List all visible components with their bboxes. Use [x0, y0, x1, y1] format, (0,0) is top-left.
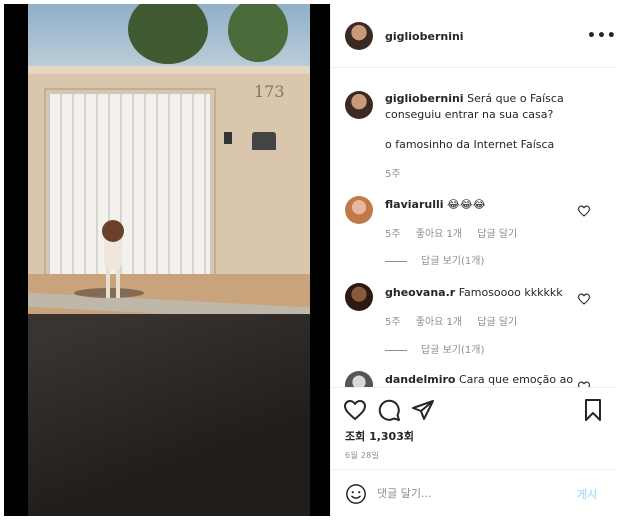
- video-player[interactable]: 173: [28, 4, 310, 516]
- heart-icon[interactable]: [343, 398, 367, 422]
- add-comment-bar: 게시: [331, 469, 617, 516]
- comment-username[interactable]: dandelmiro: [385, 373, 455, 386]
- view-replies-label: 답글 보기(1개): [421, 345, 485, 356]
- post-header: gigliobernini •••: [331, 4, 617, 68]
- comment-timestamp[interactable]: 5주: [385, 229, 401, 240]
- emoji-icon[interactable]: [345, 483, 367, 505]
- comment-item: flaviarulli 😂😂😂: [385, 197, 486, 213]
- video-shadow: [28, 314, 310, 516]
- comment-avatar[interactable]: [345, 196, 373, 224]
- caption-line-2: o famosinho da Internet Faísca: [385, 138, 555, 151]
- dog-leg: [116, 266, 120, 298]
- video-gate: [48, 92, 212, 280]
- comment-item: dandelmiro Cara que emoção ao: [385, 372, 573, 387]
- comment-like-icon[interactable]: [577, 205, 591, 217]
- video-mailbox: [252, 132, 276, 150]
- comment-likes[interactable]: 좋아요 1개: [416, 229, 462, 240]
- house-number: 173: [254, 82, 285, 101]
- dog-leg: [106, 266, 110, 298]
- comment-reply-button[interactable]: 답글 달기: [477, 229, 517, 240]
- comment-like-icon[interactable]: [577, 293, 591, 305]
- paper-plane-icon[interactable]: [411, 398, 435, 422]
- comment-icon[interactable]: [377, 398, 401, 422]
- comment-meta: 5주 좋아요 1개 답글 달기: [385, 313, 529, 328]
- caption-avatar[interactable]: [345, 91, 373, 119]
- author-username[interactable]: gigliobernini: [385, 30, 464, 43]
- comment-input[interactable]: [377, 482, 567, 504]
- comment-avatar[interactable]: [345, 283, 373, 311]
- caption-username[interactable]: gigliobernini: [385, 92, 464, 105]
- view-replies-button[interactable]: 답글 보기(1개): [385, 252, 484, 267]
- post-media[interactable]: 173: [4, 4, 330, 516]
- view-replies-button[interactable]: 답글 보기(1개): [385, 341, 484, 356]
- view-count[interactable]: 조회 1,303회: [345, 428, 414, 444]
- video-wall-light: [224, 132, 232, 144]
- comments-list[interactable]: gigliobernini Será que o Faísca consegui…: [331, 69, 617, 387]
- bookmark-icon[interactable]: [581, 398, 605, 422]
- video-wall-top: [28, 66, 310, 74]
- caption: gigliobernini Será que o Faísca consegui…: [385, 91, 575, 123]
- comment-username[interactable]: flaviarulli: [385, 198, 444, 211]
- view-replies-label: 답글 보기(1개): [421, 256, 485, 267]
- dog-head: [102, 220, 124, 242]
- caption-timestamp[interactable]: 5주: [385, 165, 401, 180]
- comment-username[interactable]: gheovana.r: [385, 286, 455, 299]
- comment-text: Cara que emoção ao: [458, 373, 574, 386]
- more-options-icon[interactable]: •••: [587, 28, 617, 44]
- comment-item: gheovana.r Famosoooo kkkkkk: [385, 285, 563, 301]
- post-date[interactable]: 6월 28일: [345, 450, 379, 461]
- replies-divider: [385, 349, 407, 351]
- comment-meta: 5주 좋아요 1개 답글 달기: [385, 225, 529, 240]
- post-comment-button[interactable]: 게시: [577, 486, 597, 502]
- replies-divider: [385, 260, 407, 262]
- comment-avatar[interactable]: [345, 371, 373, 387]
- comment-reply-button[interactable]: 답글 달기: [477, 317, 517, 328]
- comment-text: Famosoooo kkkkkk: [458, 286, 563, 299]
- post-actions: 조회 1,303회 6월 28일: [331, 387, 617, 469]
- author-avatar[interactable]: [345, 22, 373, 50]
- post-sidebar: gigliobernini ••• gigliobernini Será que…: [330, 4, 617, 516]
- comment-text: 😂😂😂: [447, 198, 486, 211]
- comment-likes[interactable]: 좋아요 1개: [416, 317, 462, 328]
- comment-timestamp[interactable]: 5주: [385, 317, 401, 328]
